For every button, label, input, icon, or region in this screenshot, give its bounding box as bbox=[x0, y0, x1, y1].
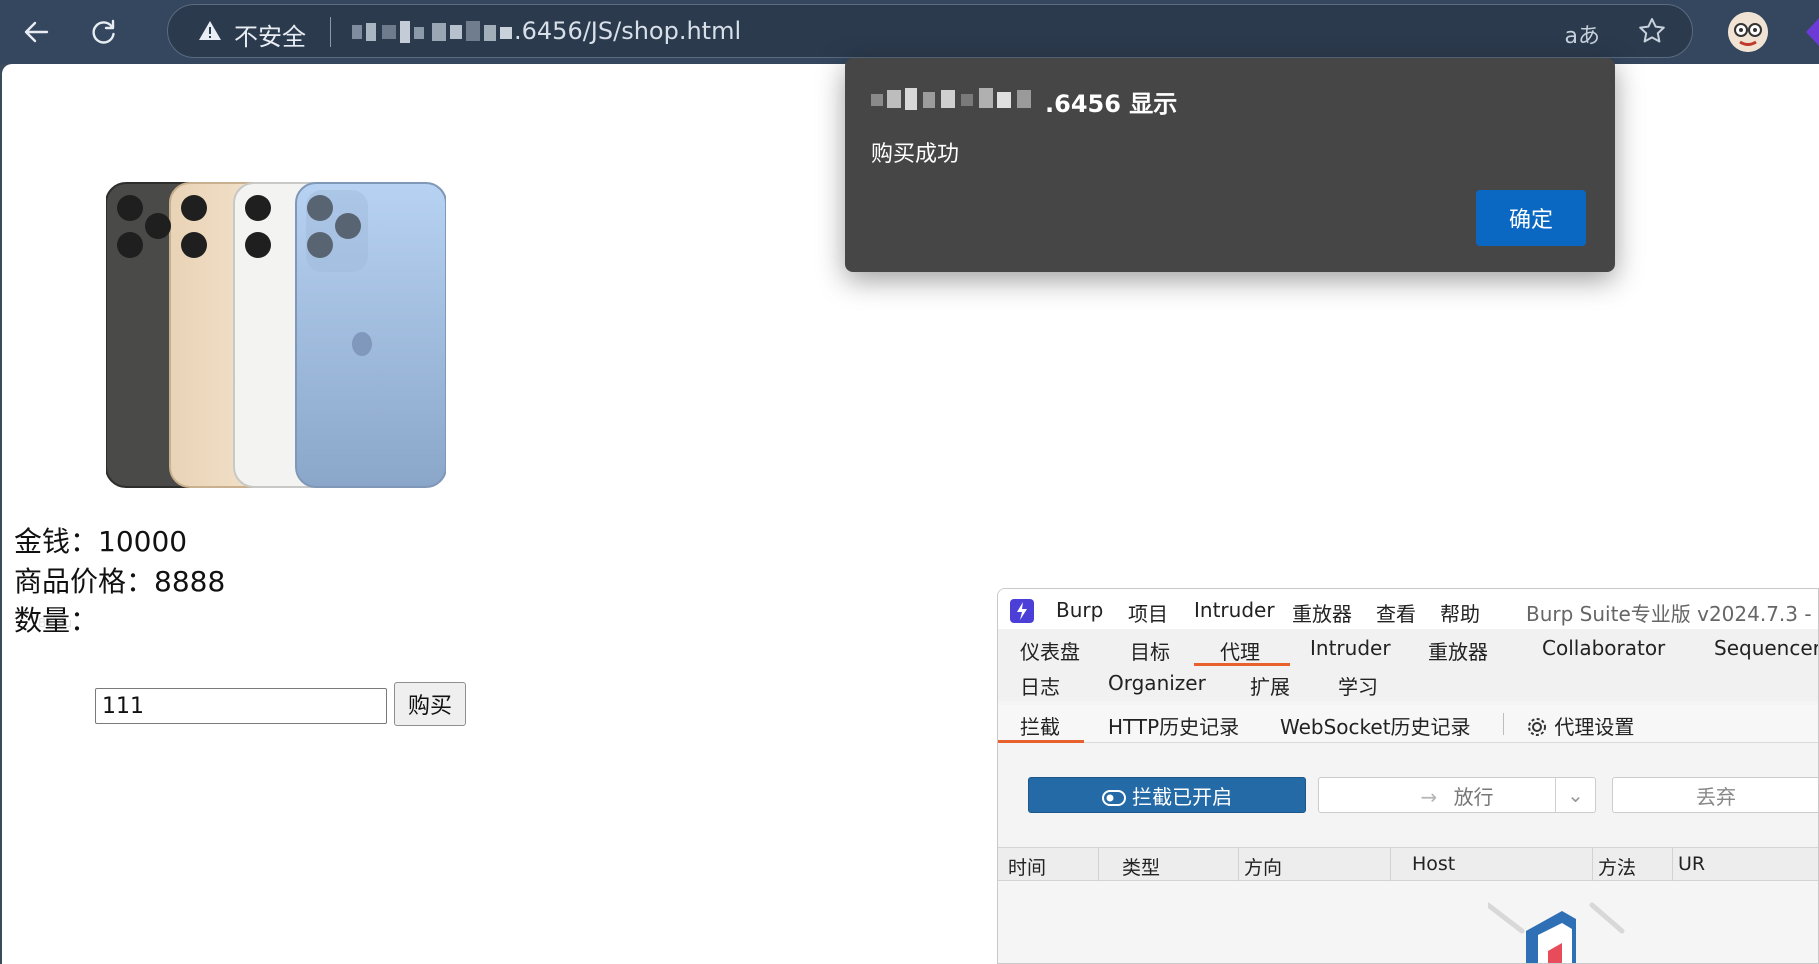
tab-logger[interactable]: 日志 bbox=[1020, 671, 1060, 700]
intercept-table-header: 时间 类型 方向 Host 方法 UR bbox=[998, 847, 1818, 882]
chevron-down-icon[interactable]: ⌄ bbox=[1555, 778, 1595, 812]
alert-title: .6456 显示 bbox=[1045, 90, 1178, 118]
reload-button[interactable] bbox=[82, 10, 126, 54]
tab-learn[interactable]: 学习 bbox=[1338, 671, 1378, 700]
tab-organizer[interactable]: Organizer bbox=[1108, 671, 1206, 695]
col-method[interactable]: 方法 bbox=[1598, 853, 1636, 880]
warning-icon bbox=[199, 21, 221, 40]
tab-target[interactable]: 目标 bbox=[1130, 636, 1170, 665]
menu-view[interactable]: 查看 bbox=[1376, 598, 1416, 627]
tab-collaborator[interactable]: Collaborator bbox=[1542, 636, 1665, 660]
intercept-toggle-button[interactable]: 拦截已开启 bbox=[1028, 777, 1306, 813]
back-button[interactable] bbox=[14, 10, 58, 54]
ok-button[interactable]: 确定 bbox=[1476, 190, 1586, 246]
menu-repeater[interactable]: 重放器 bbox=[1292, 598, 1352, 627]
proxy-settings-button[interactable]: 代理设置 bbox=[1526, 711, 1634, 740]
burp-window-title: Burp Suite专业版 v2024.7.3 - bbox=[1526, 602, 1812, 626]
burp-logo-icon bbox=[1010, 599, 1034, 623]
reload-icon bbox=[92, 19, 115, 44]
menu-project[interactable]: 项目 bbox=[1128, 598, 1168, 627]
menu-burp[interactable]: Burp bbox=[1056, 598, 1103, 622]
profile-avatar[interactable] bbox=[1728, 12, 1768, 52]
address-bar[interactable]: 不安全 .6456/JS/shop.html aあ bbox=[167, 4, 1693, 58]
tab-proxy[interactable]: 代理 bbox=[1220, 636, 1260, 665]
drop-label: 丢弃 bbox=[1696, 784, 1736, 809]
col-divider bbox=[1390, 848, 1391, 882]
intercept-table-body bbox=[998, 881, 1818, 963]
col-type[interactable]: 类型 bbox=[1122, 853, 1160, 880]
back-arrow-icon bbox=[24, 21, 49, 43]
buy-button[interactable]: 购买 bbox=[394, 682, 466, 726]
address-separator bbox=[330, 17, 331, 47]
url-text[interactable]: .6456/JS/shop.html bbox=[514, 17, 741, 45]
star-icon[interactable] bbox=[1636, 15, 1668, 47]
drop-button[interactable]: 丢弃 bbox=[1612, 777, 1818, 813]
burp-menubar: Burp 项目 Intruder 重放器 查看 帮助 Burp Suite专业版… bbox=[998, 589, 1818, 629]
tab-extensions[interactable]: 扩展 bbox=[1250, 671, 1290, 700]
intercept-label: 拦截已开启 bbox=[1132, 784, 1233, 809]
insecure-label[interactable]: 不安全 bbox=[234, 17, 306, 52]
iphone-product-image bbox=[106, 182, 446, 488]
menu-help[interactable]: 帮助 bbox=[1440, 598, 1480, 627]
browser-toolbar: 不安全 .6456/JS/shop.html aあ bbox=[0, 0, 1819, 64]
menu-intruder[interactable]: Intruder bbox=[1194, 598, 1275, 622]
burp-window: Burp 项目 Intruder 重放器 查看 帮助 Burp Suite专业版… bbox=[997, 588, 1819, 964]
subtab-intercept-indicator bbox=[998, 740, 1084, 743]
tab-repeater[interactable]: 重放器 bbox=[1428, 636, 1488, 665]
quantity-input[interactable] bbox=[95, 688, 387, 724]
proxy-subtabs: 拦截 HTTP历史记录 WebSocket历史记录 代理设置 bbox=[998, 705, 1818, 743]
burp-main-tabs: 仪表盘 目标 代理 Intruder 重放器 Collaborator Sequ… bbox=[998, 629, 1818, 667]
col-time[interactable]: 时间 bbox=[1008, 853, 1046, 880]
burp-main-tabs-row2: 日志 Organizer 扩展 学习 bbox=[998, 667, 1818, 701]
col-divider bbox=[1592, 848, 1593, 882]
subtab-http-history[interactable]: HTTP历史记录 bbox=[1108, 711, 1239, 740]
avatar-face-icon bbox=[1728, 12, 1768, 52]
pixelated-host bbox=[871, 88, 1031, 110]
pixelated-host bbox=[352, 21, 512, 43]
alert-message: 购买成功 bbox=[871, 142, 960, 167]
subtab-intercept[interactable]: 拦截 bbox=[1020, 711, 1060, 740]
gear-icon bbox=[1528, 718, 1546, 736]
tab-dashboard[interactable]: 仪表盘 bbox=[1020, 636, 1080, 665]
col-direction[interactable]: 方向 bbox=[1244, 853, 1282, 880]
forward-label: 放行 bbox=[1453, 784, 1494, 809]
price-label: 商品价格：8888 bbox=[14, 565, 226, 598]
subtab-separator bbox=[1503, 713, 1504, 735]
col-divider bbox=[1238, 848, 1239, 882]
money-label: 金钱：10000 bbox=[14, 525, 188, 558]
forward-button[interactable]: → 放行 ⌄ bbox=[1318, 777, 1596, 813]
empty-state-illustration bbox=[1488, 902, 1625, 963]
extension-icon[interactable] bbox=[1802, 14, 1819, 50]
tab-intruder[interactable]: Intruder bbox=[1310, 636, 1391, 660]
translate-icon[interactable]: aあ bbox=[1565, 18, 1600, 50]
proxy-settings-label: 代理设置 bbox=[1554, 715, 1635, 739]
toggle-on-icon bbox=[1101, 789, 1126, 806]
arrow-right-icon: → bbox=[1420, 784, 1438, 809]
col-host[interactable]: Host bbox=[1412, 853, 1455, 875]
col-divider bbox=[1098, 848, 1099, 882]
tab-proxy-indicator bbox=[1194, 663, 1290, 666]
quantity-label: 数量： bbox=[14, 604, 99, 637]
alert-dialog: .6456 显示 购买成功 确定 bbox=[845, 58, 1615, 272]
col-divider bbox=[1672, 848, 1673, 882]
subtab-websocket-history[interactable]: WebSocket历史记录 bbox=[1280, 711, 1471, 740]
col-url[interactable]: UR bbox=[1678, 853, 1705, 875]
tab-sequencer[interactable]: Sequencer bbox=[1714, 636, 1818, 660]
